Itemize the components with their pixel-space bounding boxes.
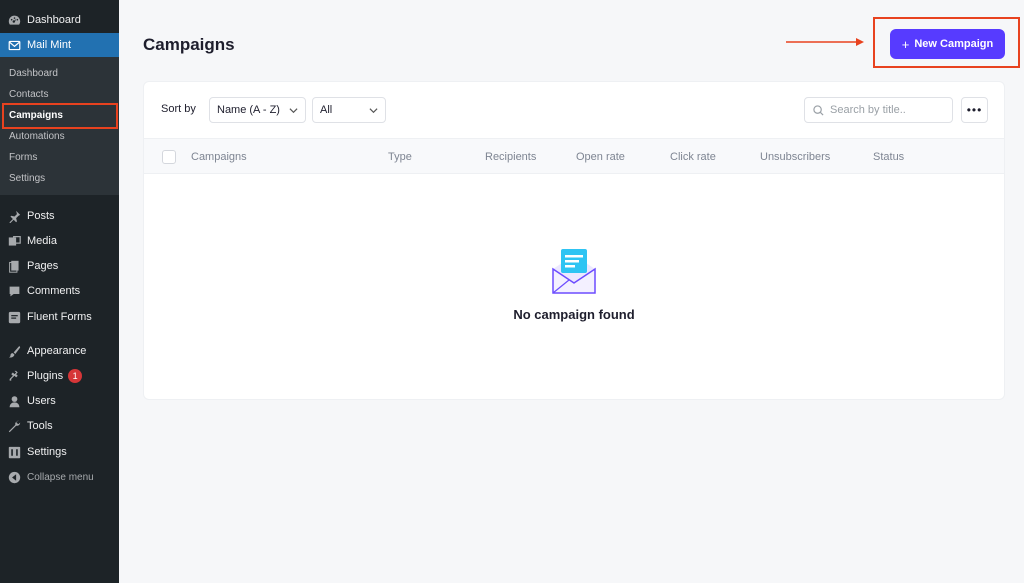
pin-icon [7,209,21,223]
pages-icon [7,259,21,273]
submenu-campaigns[interactable]: Campaigns [9,108,63,124]
column-header[interactable]: Type [388,151,412,163]
table-header: Campaigns Type Recipients Open rate Clic… [144,138,1004,174]
media-icon [7,234,21,248]
menu-item-posts[interactable]: Posts [0,204,119,228]
pointer-arrow-icon [786,38,864,46]
search-input[interactable] [830,104,940,116]
more-options-button[interactable]: ••• [961,97,988,123]
column-header[interactable]: Campaigns [191,151,247,163]
menu-item-comments[interactable]: Comments [0,279,119,303]
submenu-contacts[interactable]: Contacts [9,87,48,103]
mail-mint-submenu: Dashboard Contacts Campaigns Automations… [0,57,119,195]
menu-item-plugins[interactable]: Plugins 1 [0,364,119,388]
empty-envelope-icon [552,249,596,294]
submenu-dashboard[interactable]: Dashboard [9,66,58,82]
select-all-checkbox[interactable] [162,150,176,164]
column-header[interactable]: Status [873,151,904,163]
new-campaign-button[interactable]: + New Campaign [890,29,1005,59]
collapse-icon [7,470,21,484]
menu-item-label: Plugins [27,370,64,382]
search-box [804,97,953,123]
settings-icon [7,445,21,459]
column-header[interactable]: Click rate [670,151,716,163]
menu-item-users[interactable]: Users [0,389,119,413]
collapse-menu-button[interactable]: Collapse menu [0,465,119,489]
menu-item-dashboard[interactable]: Dashboard [0,8,119,32]
menu-item-mail-mint[interactable]: Mail Mint [0,33,119,57]
collapse-menu-label: Collapse menu [27,471,94,483]
menu-item-label: Posts [27,210,55,222]
plugins-update-badge: 1 [68,369,83,383]
menu-item-label: Dashboard [27,14,81,26]
menu-item-fluent-forms[interactable]: Fluent Forms [0,305,119,329]
menu-item-label: Media [27,235,57,247]
menu-item-label: Appearance [27,345,87,357]
user-icon [7,394,21,408]
submenu-forms[interactable]: Forms [9,150,37,166]
more-options-icon: ••• [966,103,983,117]
menu-item-appearance[interactable]: Appearance [0,339,119,363]
dashboard-icon [7,13,21,27]
column-header[interactable]: Unsubscribers [760,151,830,163]
submenu-settings[interactable]: Settings [9,171,45,187]
menu-item-label: Users [27,395,56,407]
menu-item-label: Comments [27,285,81,297]
empty-state-message: No campaign found [513,307,635,322]
plugin-icon [7,369,21,383]
column-header[interactable]: Open rate [576,151,625,163]
menu-item-label: Mail Mint [27,39,72,51]
chevron-down-icon [369,108,378,114]
menu-item-label: Fluent Forms [27,311,92,323]
menu-item-label: Settings [27,446,67,458]
admin-sidebar: Dashboard Mail Mint Dashboard Contacts C… [0,0,119,583]
menu-item-media[interactable]: Media [0,229,119,253]
new-campaign-label: New Campaign [914,38,994,50]
plus-icon: + [901,36,910,52]
mail-icon [7,38,21,52]
chevron-down-icon [289,108,298,114]
menu-item-tools[interactable]: Tools [0,414,119,438]
sort-select-value: Name (A - Z) [217,104,280,116]
menu-item-label: Pages [27,260,59,272]
campaigns-toolbar: Sort by Name (A - Z) All ••• [144,82,1004,138]
campaigns-card: Sort by Name (A - Z) All ••• Campaigns T… [143,81,1005,400]
page-title: Campaigns [143,35,235,54]
filter-select-value: All [320,104,333,116]
brush-icon [7,344,21,358]
menu-item-pages[interactable]: Pages [0,254,119,278]
sort-select[interactable]: Name (A - Z) [209,97,306,123]
comment-icon [7,284,21,298]
menu-item-settings[interactable]: Settings [0,440,119,464]
sort-label: Sort by [161,103,196,115]
submenu-automations[interactable]: Automations [9,129,65,145]
forms-icon [7,310,21,324]
column-header[interactable]: Recipients [485,151,536,163]
menu-item-label: Tools [27,420,53,432]
filter-select[interactable]: All [312,97,386,123]
wrench-icon [7,419,21,433]
search-icon [813,104,824,116]
